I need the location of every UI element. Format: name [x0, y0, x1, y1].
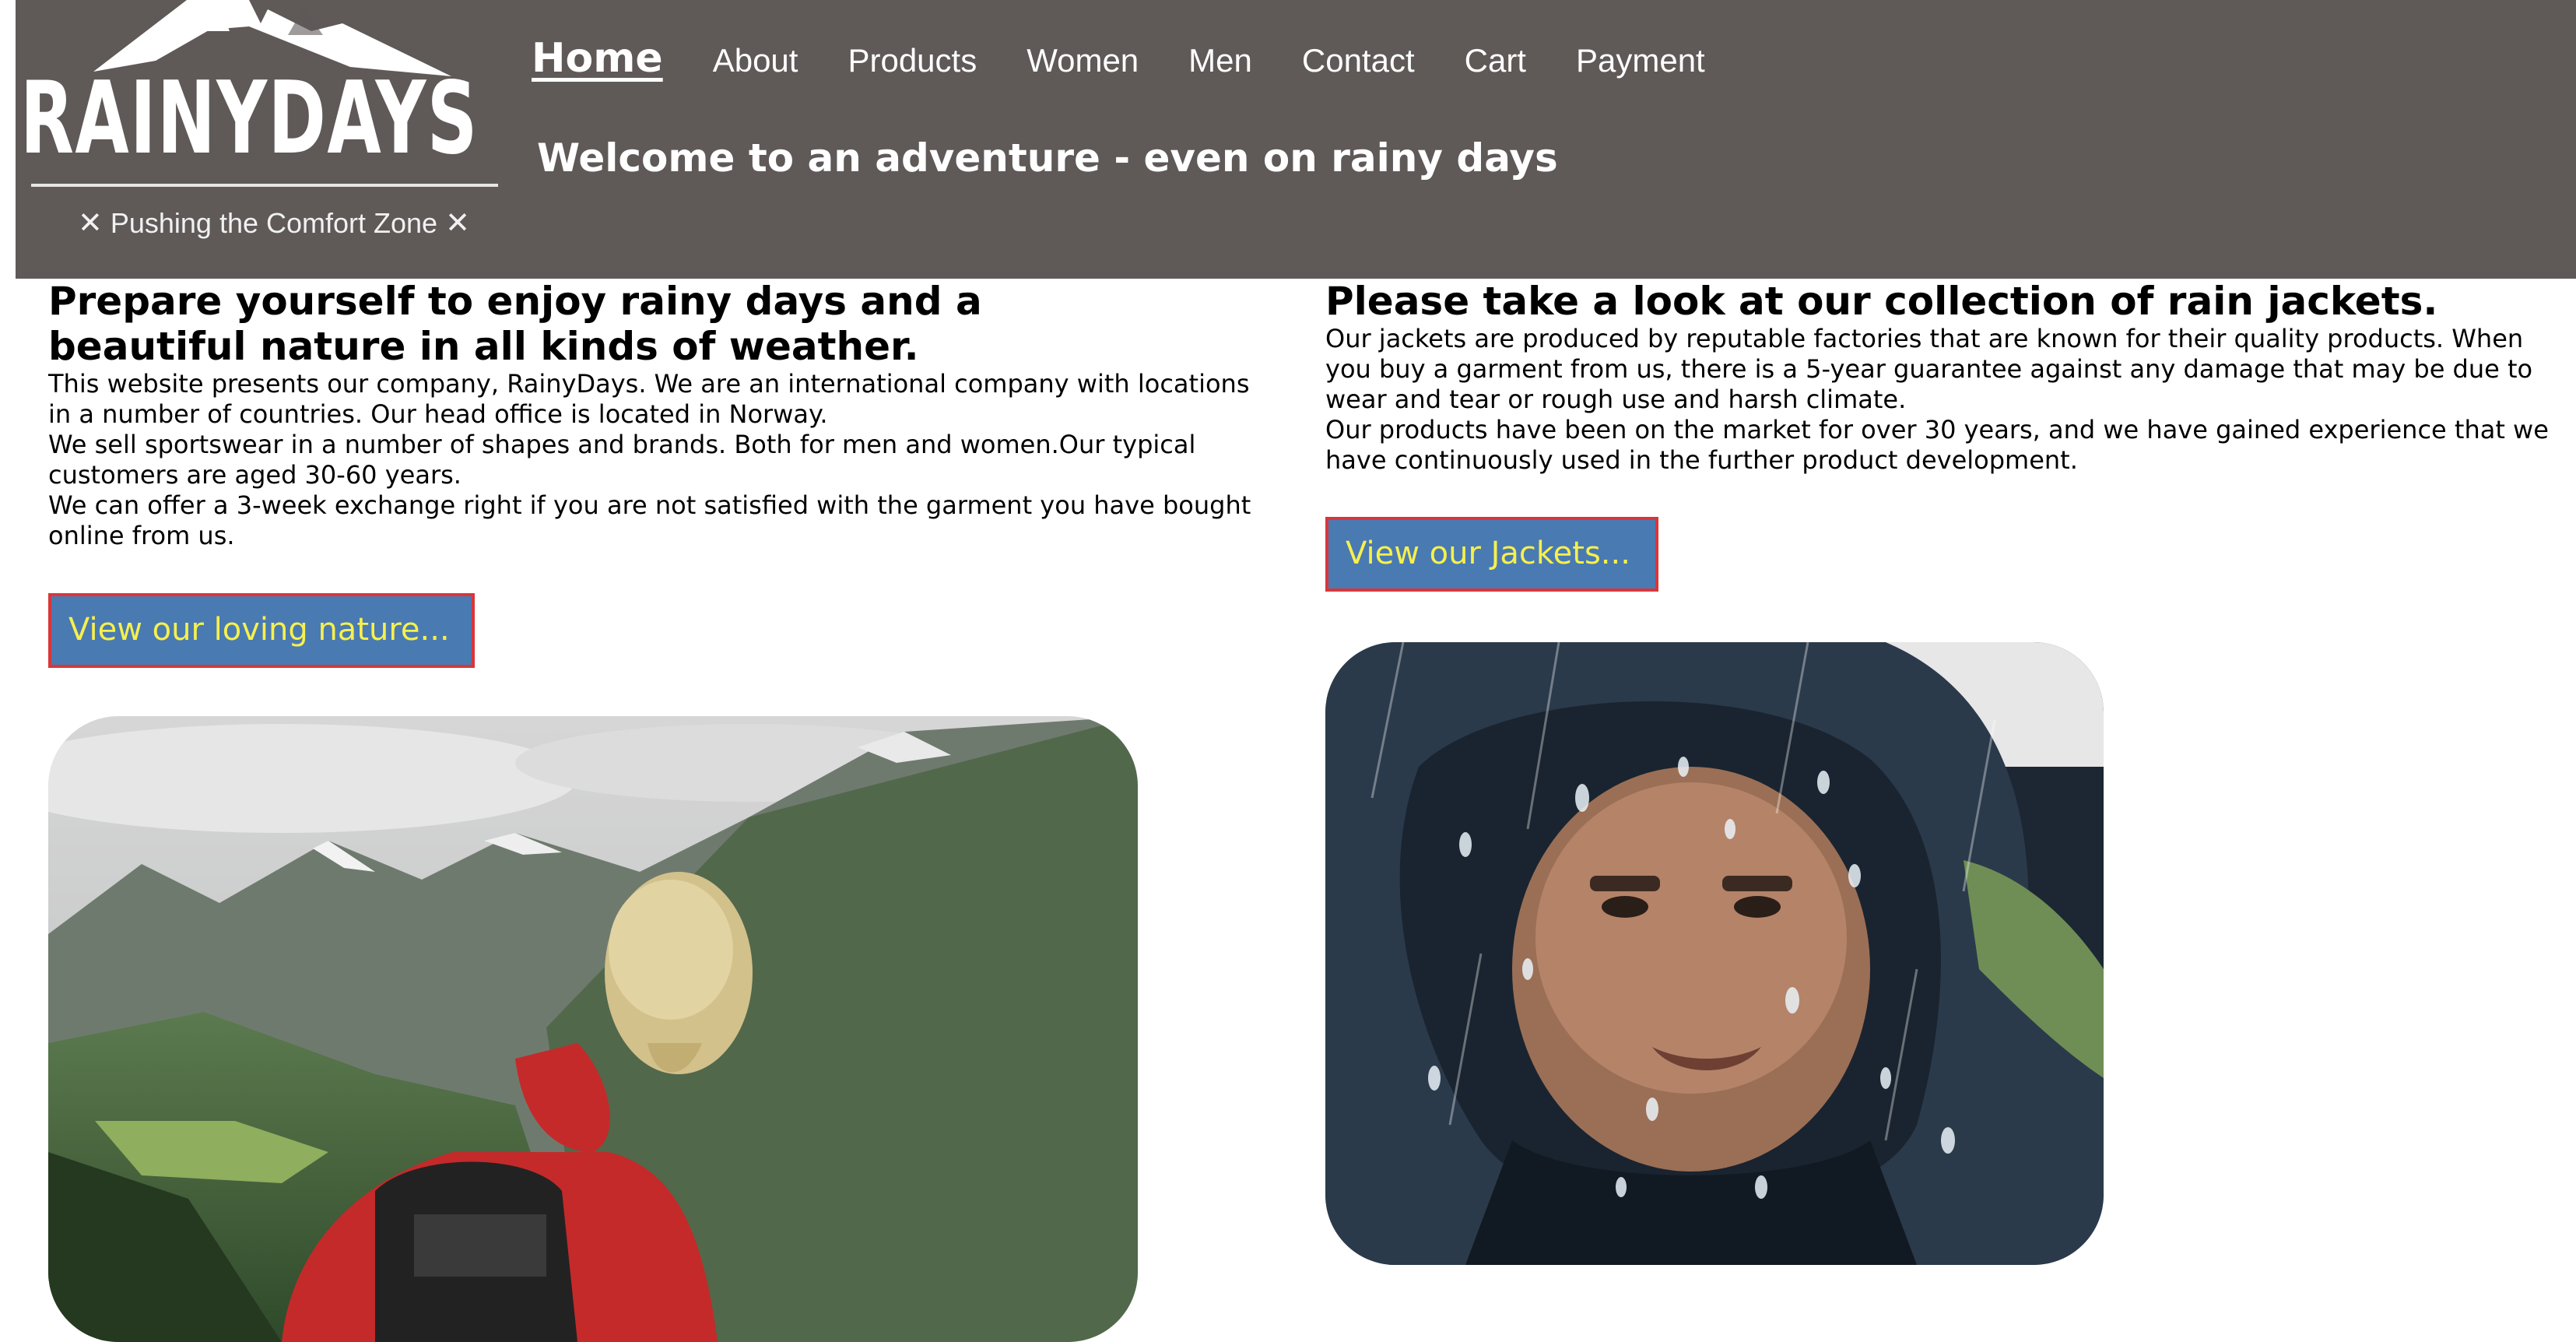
intro-heading: Prepare yourself to enjoy rainy days and…: [48, 279, 982, 369]
jackets-paragraph: Our jackets are produced by reputable fa…: [1325, 324, 2533, 414]
intro-paragraph: We can offer a 3-week exchange right if …: [48, 490, 1251, 550]
brand-tagline-text: Pushing the Comfort Zone: [110, 207, 438, 239]
nav-item-contact[interactable]: Contact: [1302, 33, 1415, 88]
nav-item-about[interactable]: About: [713, 33, 798, 88]
jackets-column: Please take a look at our collection of …: [1325, 279, 2555, 476]
hiker-in-mountains-photo: [48, 716, 1138, 1342]
intro-paragraph: We sell sportswear in a number of shapes…: [48, 430, 1196, 490]
jackets-paragraph: Our products have been on the market for…: [1325, 415, 2549, 475]
hero-tagline: Welcome to an adventure - even on rainy …: [537, 135, 1558, 181]
logo[interactable]: RAINYDAYS ✕ Pushing the Comfort Zone ✕: [16, 0, 506, 279]
intro-paragraph: This website presents our company, Rainy…: [48, 369, 1250, 429]
nav-item-men[interactable]: Men: [1188, 33, 1252, 88]
view-nature-button[interactable]: View our loving nature...: [48, 593, 475, 668]
cross-icon: ✕: [78, 207, 103, 240]
logo-divider: [31, 184, 498, 187]
man-in-rain-jacket-photo: [1325, 642, 2104, 1265]
brand-name: RAINYDAYS: [20, 61, 479, 177]
nav-item-products[interactable]: Products: [848, 33, 977, 88]
view-jackets-button[interactable]: View our Jackets...: [1325, 517, 1658, 592]
jackets-heading: Please take a look at our collection of …: [1325, 279, 2438, 324]
cross-icon: ✕: [445, 207, 470, 240]
intro-column: Prepare yourself to enjoy rainy days and…: [48, 279, 1270, 551]
brand-tagline: ✕ Pushing the Comfort Zone ✕: [70, 204, 478, 243]
nav-item-women[interactable]: Women: [1027, 33, 1139, 88]
main-nav: Home About Products Women Men Contact Ca…: [532, 31, 1755, 88]
nav-item-cart[interactable]: Cart: [1465, 33, 1526, 88]
site-header: RAINYDAYS ✕ Pushing the Comfort Zone ✕ Hom…: [16, 0, 2576, 279]
nav-item-payment[interactable]: Payment: [1576, 33, 1705, 88]
nav-item-home[interactable]: Home: [532, 31, 663, 86]
